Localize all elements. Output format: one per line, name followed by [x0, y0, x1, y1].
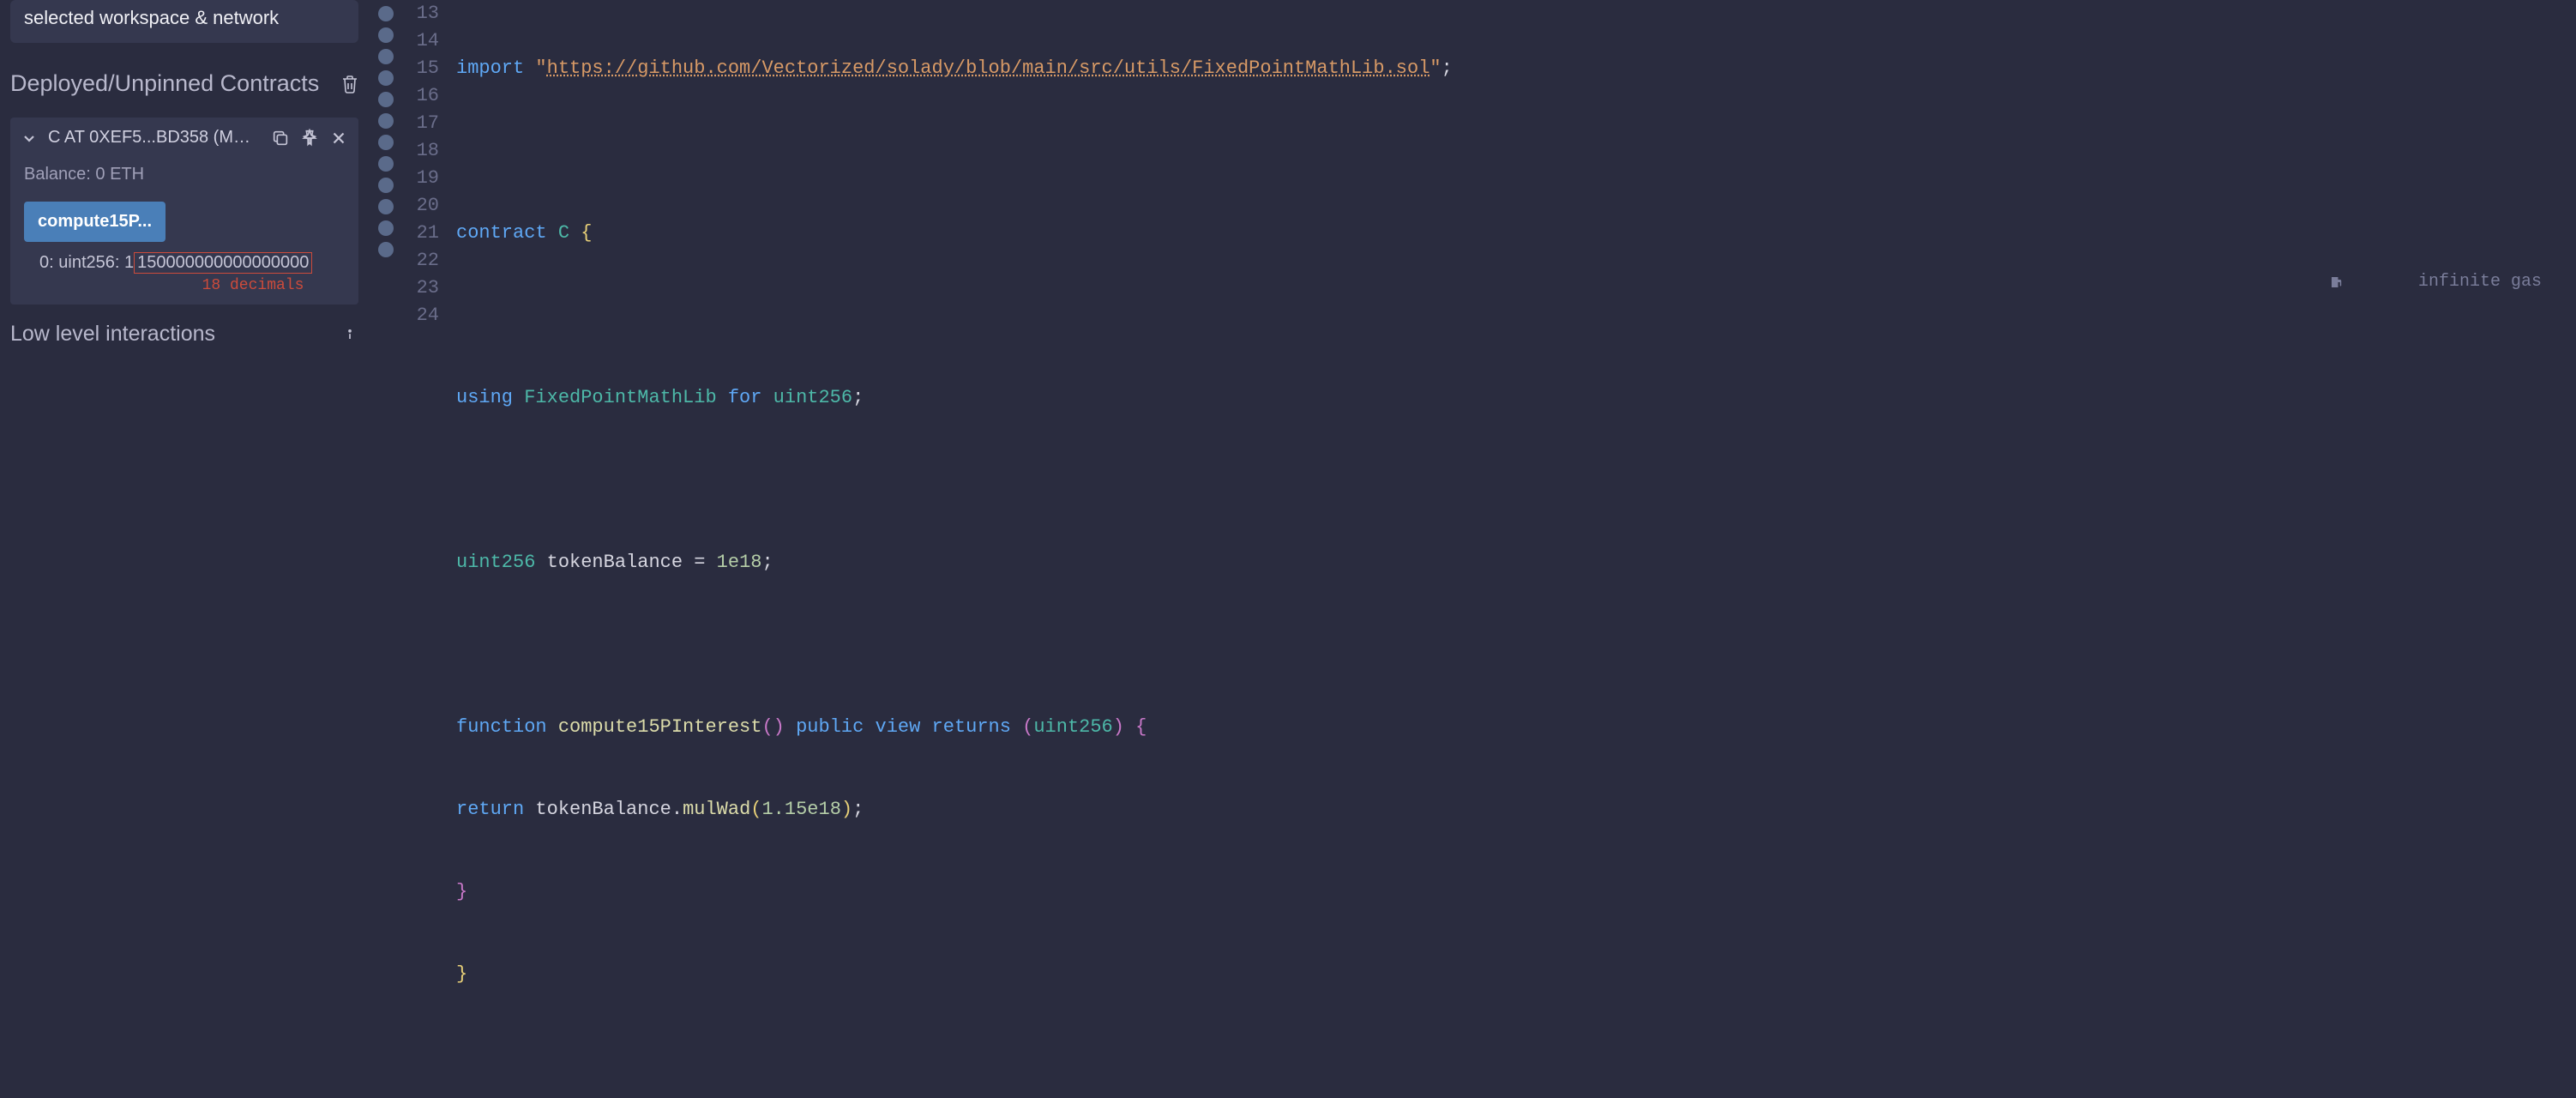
line-number: 17 — [403, 110, 439, 137]
pin-icon[interactable] — [300, 129, 319, 148]
contract-card: C AT 0XEF5...BD358 (MEMO Balance — [10, 118, 358, 305]
low-level-section: Low level interactions — [10, 322, 358, 347]
trash-icon[interactable] — [341, 75, 358, 94]
code-line-15: contract C { — [456, 220, 2576, 247]
breakpoint-dot[interactable] — [378, 242, 394, 257]
breakpoint-dot[interactable] — [378, 199, 394, 214]
close-icon[interactable] — [329, 129, 348, 148]
line-number: 24 — [403, 302, 439, 329]
line-number: 23 — [403, 274, 439, 302]
copy-icon[interactable] — [271, 129, 290, 148]
code-line-20 — [456, 631, 2576, 659]
decimals-annotation: 18 decimals — [158, 277, 348, 294]
sidebar: selected workspace & network Deployed/Un… — [0, 0, 369, 650]
editor: 13 14 15 16 17 18 19 20 21 22 23 24 impo… — [369, 0, 2576, 650]
breakpoint-dot[interactable] — [378, 135, 394, 150]
breakpoint-dot[interactable] — [378, 70, 394, 86]
balance-line: Balance: 0 ETH — [21, 165, 348, 184]
code-line-21: function compute15PInterest() public vie… — [456, 714, 2576, 741]
breakpoint-dot[interactable] — [378, 156, 394, 172]
info-icon[interactable] — [341, 326, 358, 343]
line-number: 20 — [403, 192, 439, 220]
line-number: 18 — [403, 137, 439, 165]
breakpoint-dot[interactable] — [378, 178, 394, 193]
output-value-highlighted: 150000000000000000 — [134, 252, 312, 274]
output-index: 0: — [39, 253, 54, 272]
breakpoint-dot[interactable] — [378, 6, 394, 21]
line-number: 19 — [403, 165, 439, 192]
low-level-label: Low level interactions — [10, 322, 215, 347]
line-number: 13 — [403, 0, 439, 27]
output-prefix: 1 — [124, 253, 134, 272]
compute-function-button[interactable]: compute15P... — [24, 202, 166, 242]
code-line-23: } — [456, 878, 2576, 906]
breakpoint-dot[interactable] — [378, 220, 394, 236]
code-line-24: } — [456, 961, 2576, 988]
breakpoint-dot[interactable] — [378, 113, 394, 129]
function-output: 0: uint256: 1150000000000000000 — [21, 252, 348, 274]
code-line-22: return tokenBalance.mulWad(1.15e18); — [456, 796, 2576, 824]
code-line-18 — [456, 467, 2576, 494]
code-line-16 — [456, 302, 2576, 329]
breakpoint-gutter[interactable] — [369, 0, 403, 650]
line-number: 16 — [403, 82, 439, 110]
line-number: 21 — [403, 220, 439, 247]
code-line-14 — [456, 137, 2576, 165]
contract-header: C AT 0XEF5...BD358 (MEMO — [21, 128, 348, 148]
line-number-gutter: 13 14 15 16 17 18 19 20 21 22 23 24 — [403, 0, 456, 650]
gas-hint-text: infinite gas — [2418, 268, 2542, 296]
breakpoint-dot[interactable] — [378, 92, 394, 107]
gas-hint: infinite gas — [2329, 220, 2542, 345]
code-content[interactable]: import "https://github.com/Vectorized/so… — [456, 0, 2576, 650]
balance-value: 0 ETH — [95, 165, 144, 184]
contract-address-label: C AT 0XEF5...BD358 (MEMO — [48, 128, 261, 148]
breakpoint-dot[interactable] — [378, 49, 394, 64]
code-line-17: using FixedPointMathLib for uint256; — [456, 384, 2576, 412]
code-line-19: uint256 tokenBalance = 1e18; — [456, 549, 2576, 576]
deployed-section-title: Deployed/Unpinned Contracts — [10, 70, 319, 97]
workspace-hint-text: selected workspace & network — [24, 7, 279, 28]
breakpoint-dot[interactable] — [378, 27, 394, 43]
line-number: 14 — [403, 27, 439, 55]
code-line-13: import "https://github.com/Vectorized/so… — [456, 55, 2576, 82]
deployed-section-header: Deployed/Unpinned Contracts — [10, 63, 358, 118]
output-type: uint256: — [58, 253, 119, 272]
line-number: 22 — [403, 247, 439, 274]
chevron-down-icon[interactable] — [21, 130, 38, 147]
balance-label: Balance: — [24, 165, 91, 184]
line-number: 15 — [403, 55, 439, 82]
gas-icon — [2329, 220, 2411, 345]
workspace-hint: selected workspace & network — [10, 0, 358, 43]
